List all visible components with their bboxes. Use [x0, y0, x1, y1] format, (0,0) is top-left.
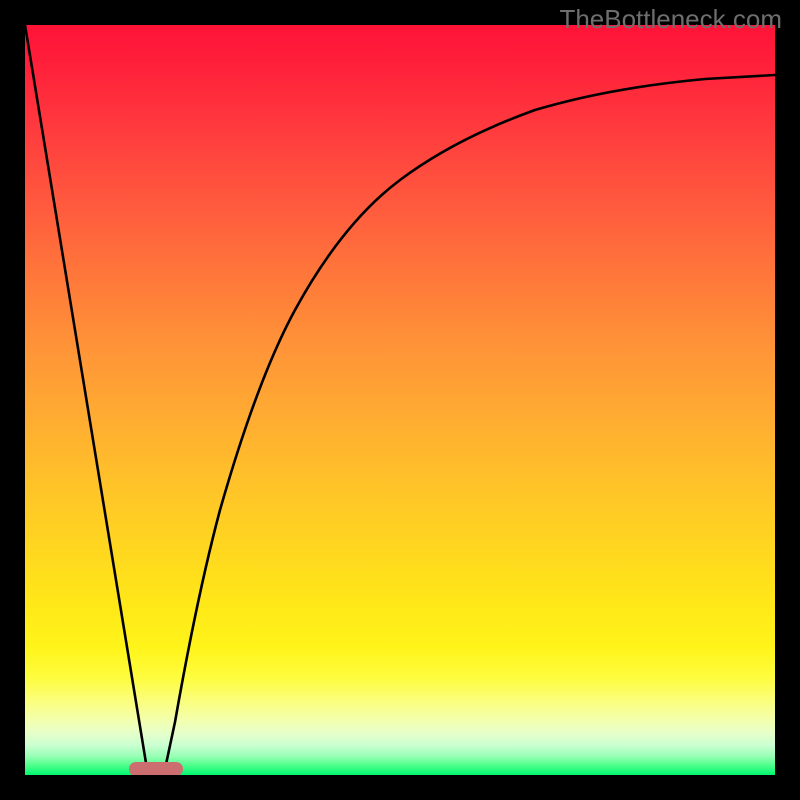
plot-area: [25, 25, 775, 775]
watermark-text: TheBottleneck.com: [559, 4, 782, 35]
chart-frame: TheBottleneck.com: [0, 0, 800, 800]
curve-layer: [25, 25, 775, 775]
left-branch-line: [25, 25, 147, 769]
right-branch-line: [165, 75, 775, 769]
optimal-marker: [129, 762, 183, 775]
